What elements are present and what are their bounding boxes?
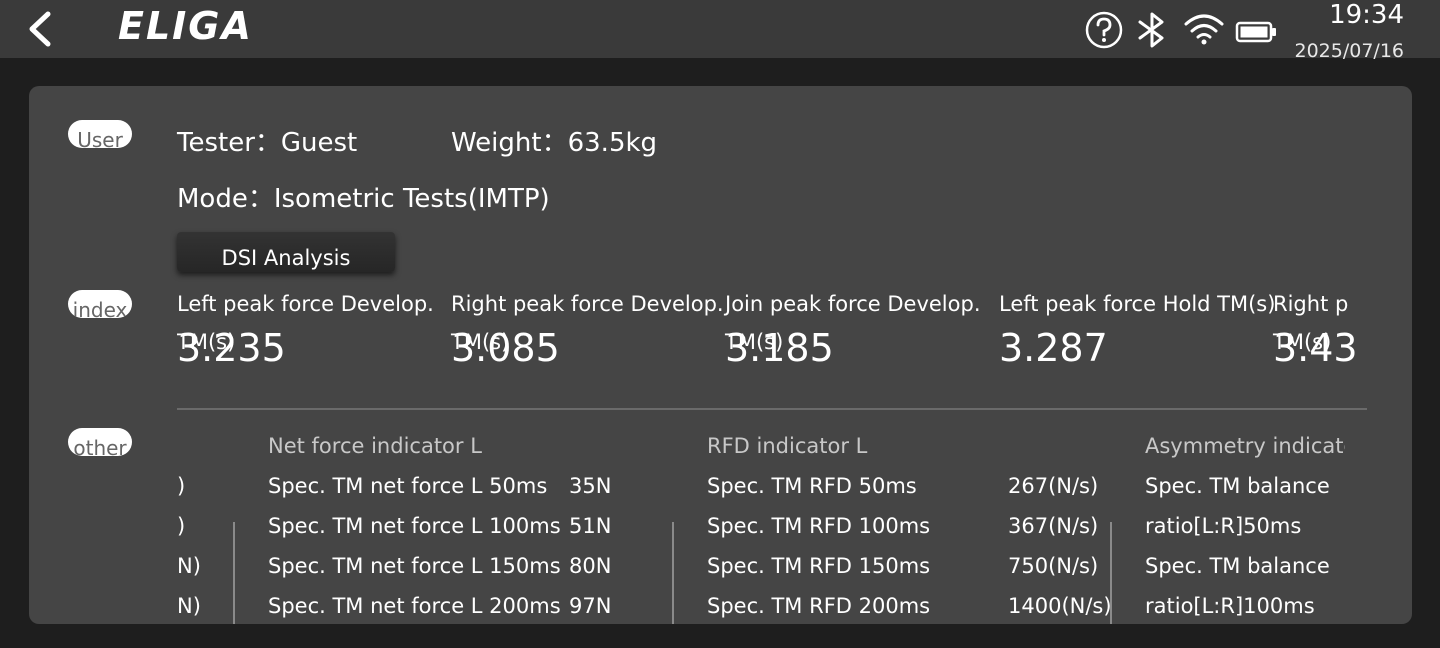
indicator-name: ratio[L:R]50ms bbox=[1145, 514, 1302, 538]
indicator-value: 35N bbox=[569, 474, 612, 498]
mode-label: Mode： bbox=[177, 184, 274, 214]
indicator-name: Spec. TM RFD 200ms bbox=[707, 594, 931, 618]
indicator-name: Spec. TM balance bbox=[1145, 474, 1330, 498]
indicator-value: 750(N/s) bbox=[1008, 554, 1099, 578]
column-separator bbox=[672, 522, 674, 624]
column-separator bbox=[233, 522, 235, 624]
clipped-value: ) bbox=[177, 514, 186, 538]
indicator-name: Spec. TM net force L 50ms bbox=[268, 474, 548, 498]
index-item-value: 3.235 bbox=[177, 326, 286, 370]
indicator-value: 80N bbox=[569, 554, 612, 578]
indicator-value: 367(N/s) bbox=[1008, 514, 1099, 538]
indicator-name: ratio[L:R]100ms bbox=[1145, 594, 1315, 618]
column-separator bbox=[1110, 522, 1112, 624]
indicator-name: Spec. TM net force L 200ms bbox=[268, 594, 561, 618]
clipped-value: N) bbox=[177, 594, 201, 618]
group-title-asymmetry: Asymmetry indicatc bbox=[1145, 434, 1345, 458]
indicator-value: 97N bbox=[569, 594, 612, 618]
weight-field: Weight：63.5kg bbox=[451, 122, 657, 159]
other-section-pill: other bbox=[68, 428, 132, 456]
bluetooth-icon[interactable] bbox=[1134, 10, 1170, 50]
mode-field: Mode：Isometric Tests(IMTP) bbox=[177, 178, 550, 215]
index-item-label: Join peak force Develop. bbox=[725, 292, 981, 316]
app-logo: ELIGA bbox=[118, 4, 253, 48]
index-item-label: Left peak force Develop. bbox=[177, 292, 434, 316]
index-section-pill: index bbox=[68, 290, 132, 318]
index-item-value: 3.085 bbox=[451, 326, 560, 370]
indicator-value: 51N bbox=[569, 514, 612, 538]
battery-icon bbox=[1235, 21, 1276, 43]
section-divider bbox=[177, 408, 1367, 410]
indicator-name: Spec. TM net force L 150ms bbox=[268, 554, 561, 578]
wifi-icon[interactable] bbox=[1182, 10, 1226, 50]
help-icon[interactable] bbox=[1084, 10, 1124, 50]
indicator-name: Spec. TM RFD 50ms bbox=[707, 474, 917, 498]
group-title-rfd: RFD indicator L bbox=[707, 434, 868, 458]
indicator-name: Spec. TM RFD 100ms bbox=[707, 514, 931, 538]
clock-time: 19:34 bbox=[1329, 0, 1404, 30]
index-item-label: Right p bbox=[1273, 292, 1349, 316]
indicator-value: 1400(N/s) bbox=[1008, 594, 1112, 618]
top-bar: ELIGA 19:34 2025/07/16 bbox=[0, 0, 1440, 62]
clock-date: 2025/07/16 bbox=[1294, 40, 1404, 62]
user-section-pill: User bbox=[68, 120, 132, 148]
tester-label: Tester： bbox=[177, 128, 281, 158]
indicator-name: Spec. TM net force L 100ms bbox=[268, 514, 561, 538]
back-button[interactable] bbox=[22, 8, 62, 50]
other-indicators-table[interactable]: ) ) N) N) Net force indicator L Spec. TM… bbox=[169, 426, 1345, 624]
index-item-label: Left peak force Hold TM(s) bbox=[999, 292, 1276, 316]
index-item-value: 3.287 bbox=[999, 326, 1108, 370]
index-item-label: Right peak force Develop. bbox=[451, 292, 724, 316]
index-item-value: 3.185 bbox=[725, 326, 834, 370]
weight-value: 63.5kg bbox=[567, 128, 658, 158]
back-chevron-icon bbox=[29, 11, 51, 47]
index-metrics-row[interactable]: Left peak force Develop. TM(s) 3.235 Rig… bbox=[177, 292, 1357, 382]
indicator-name: Spec. TM balance bbox=[1145, 554, 1330, 578]
indicator-value: 267(N/s) bbox=[1008, 474, 1099, 498]
index-item-value: 3.43 bbox=[1273, 326, 1357, 370]
clipped-value: N) bbox=[177, 554, 201, 578]
dsi-analysis-button[interactable]: DSI Analysis bbox=[177, 232, 395, 272]
tester-field: Tester：Guest bbox=[177, 122, 357, 159]
mode-value: Isometric Tests(IMTP) bbox=[273, 184, 550, 214]
clipped-value: ) bbox=[177, 474, 186, 498]
result-panel: User Tester：Guest Weight：63.5kg Mode：Iso… bbox=[29, 86, 1412, 624]
tester-value: Guest bbox=[280, 128, 358, 158]
group-title-net-force: Net force indicator L bbox=[268, 434, 482, 458]
weight-label: Weight： bbox=[451, 128, 568, 158]
indicator-name: Spec. TM RFD 150ms bbox=[707, 554, 931, 578]
